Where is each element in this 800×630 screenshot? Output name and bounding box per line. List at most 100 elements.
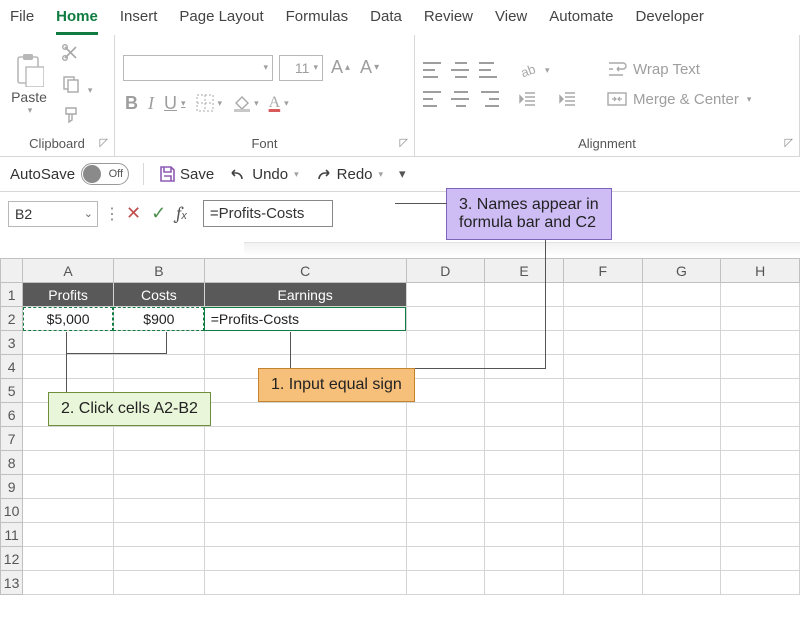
cell[interactable] [563, 475, 642, 499]
cell[interactable] [204, 523, 406, 547]
cell[interactable] [204, 547, 406, 571]
wrap-text-button[interactable]: Wrap Text [607, 60, 751, 78]
cell[interactable] [642, 475, 721, 499]
cell[interactable] [721, 427, 800, 451]
vertical-align-buttons[interactable] [423, 62, 499, 78]
col-header-E[interactable]: E [485, 259, 564, 283]
cell[interactable] [563, 307, 642, 331]
cell[interactable] [113, 499, 204, 523]
cell[interactable] [485, 427, 564, 451]
undo-button[interactable]: Undo ▾ [228, 165, 298, 183]
cell[interactable] [406, 355, 485, 379]
cell[interactable] [23, 451, 114, 475]
row-header-9[interactable]: 9 [1, 475, 23, 499]
cell[interactable] [485, 499, 564, 523]
font-size-combo[interactable]: 11▾ [279, 55, 323, 81]
cell[interactable] [563, 571, 642, 595]
cell[interactable] [563, 403, 642, 427]
underline-button[interactable]: U▾ [162, 93, 188, 114]
cut-button[interactable] [62, 44, 92, 65]
menu-page-layout[interactable]: Page Layout [179, 8, 263, 35]
merge-center-button[interactable]: Merge & Center ▾ [607, 90, 751, 108]
cell[interactable] [485, 451, 564, 475]
cell[interactable] [721, 307, 800, 331]
menu-review[interactable]: Review [424, 8, 473, 35]
row-header-1[interactable]: 1 [1, 283, 23, 307]
orientation-button[interactable]: ab▾ [517, 61, 552, 79]
row-header-11[interactable]: 11 [1, 523, 23, 547]
cell[interactable] [721, 331, 800, 355]
menu-developer[interactable]: Developer [635, 8, 703, 35]
cell-C1[interactable]: Earnings [204, 283, 406, 307]
cell[interactable] [406, 523, 485, 547]
cell[interactable] [406, 427, 485, 451]
menu-insert[interactable]: Insert [120, 8, 158, 35]
borders-button[interactable]: ▾ [194, 94, 225, 112]
cell[interactable] [113, 355, 204, 379]
row-header-5[interactable]: 5 [1, 379, 23, 403]
row-header-13[interactable]: 13 [1, 571, 23, 595]
dialog-launcher-icon[interactable]: ◸ [400, 136, 408, 149]
cell[interactable] [204, 499, 406, 523]
cell[interactable] [721, 451, 800, 475]
cell[interactable] [563, 499, 642, 523]
row-header-3[interactable]: 3 [1, 331, 23, 355]
cell[interactable] [721, 403, 800, 427]
cell[interactable] [721, 523, 800, 547]
cell[interactable] [23, 499, 114, 523]
cell-C2[interactable]: =Profits-Costs [204, 307, 406, 331]
menu-data[interactable]: Data [370, 8, 402, 35]
cell[interactable] [563, 355, 642, 379]
row-header-2[interactable]: 2 [1, 307, 23, 331]
decrease-font-button[interactable]: A▾ [358, 57, 381, 78]
row-header-4[interactable]: 4 [1, 355, 23, 379]
cell-A1[interactable]: Profits [23, 283, 114, 307]
menu-formulas[interactable]: Formulas [286, 8, 349, 35]
cell[interactable] [406, 283, 485, 307]
menu-view[interactable]: View [495, 8, 527, 35]
cell[interactable] [485, 571, 564, 595]
cell[interactable] [23, 427, 114, 451]
cell[interactable] [563, 547, 642, 571]
cell[interactable] [563, 379, 642, 403]
cell[interactable] [563, 283, 642, 307]
cell[interactable] [642, 571, 721, 595]
cell[interactable] [485, 379, 564, 403]
col-header-G[interactable]: G [642, 259, 721, 283]
increase-indent-button[interactable] [557, 91, 579, 107]
cell[interactable] [113, 523, 204, 547]
select-all-corner[interactable] [1, 259, 23, 283]
name-box[interactable]: B2 ⌄ [8, 201, 98, 227]
menu-automate[interactable]: Automate [549, 8, 613, 35]
fill-color-button[interactable]: ▾ [230, 94, 261, 112]
format-painter-button[interactable] [62, 106, 92, 127]
cell[interactable] [642, 307, 721, 331]
font-color-button[interactable]: A▾ [267, 94, 291, 112]
cell[interactable] [406, 475, 485, 499]
cell[interactable] [642, 403, 721, 427]
cell[interactable] [204, 403, 406, 427]
menu-home[interactable]: Home [56, 8, 98, 35]
cell[interactable] [485, 355, 564, 379]
col-header-D[interactable]: D [406, 259, 485, 283]
cell[interactable] [642, 283, 721, 307]
cell[interactable] [23, 547, 114, 571]
row-header-12[interactable]: 12 [1, 547, 23, 571]
autosave-toggle[interactable]: Off [81, 163, 129, 185]
cell-B2[interactable]: $900 [113, 307, 204, 331]
cell[interactable] [563, 451, 642, 475]
cell[interactable] [406, 331, 485, 355]
cell[interactable] [485, 475, 564, 499]
cell[interactable] [642, 523, 721, 547]
bold-button[interactable]: B [123, 93, 140, 114]
col-header-H[interactable]: H [721, 259, 800, 283]
cancel-formula-button[interactable]: ✕ [126, 203, 141, 224]
cell[interactable] [642, 547, 721, 571]
cell[interactable] [406, 547, 485, 571]
cell[interactable] [204, 475, 406, 499]
copy-button[interactable]: ▾ [62, 75, 92, 96]
cell[interactable] [721, 571, 800, 595]
cell[interactable] [721, 379, 800, 403]
cell[interactable] [563, 331, 642, 355]
cell[interactable] [113, 451, 204, 475]
